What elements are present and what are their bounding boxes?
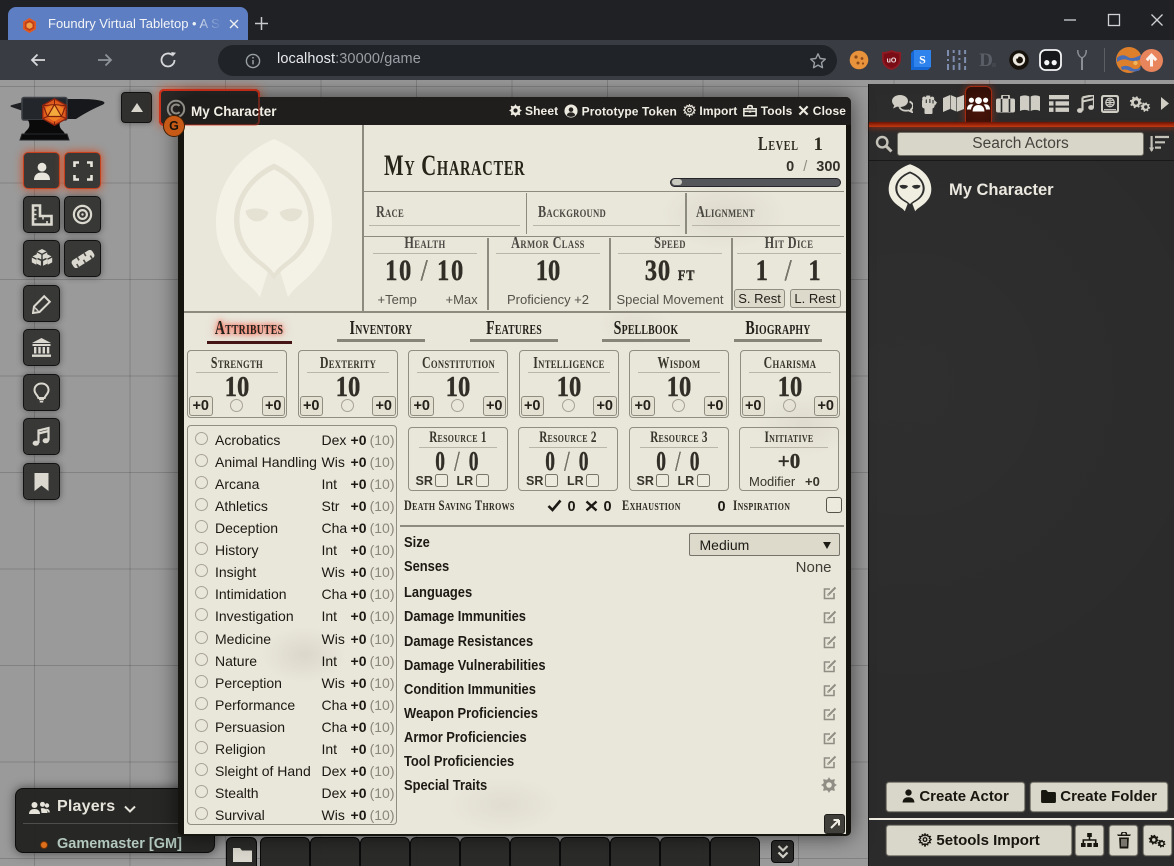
svg-text:uO: uO (887, 58, 897, 65)
svg-text:D: D (979, 50, 993, 71)
svg-text:S: S (919, 53, 926, 67)
